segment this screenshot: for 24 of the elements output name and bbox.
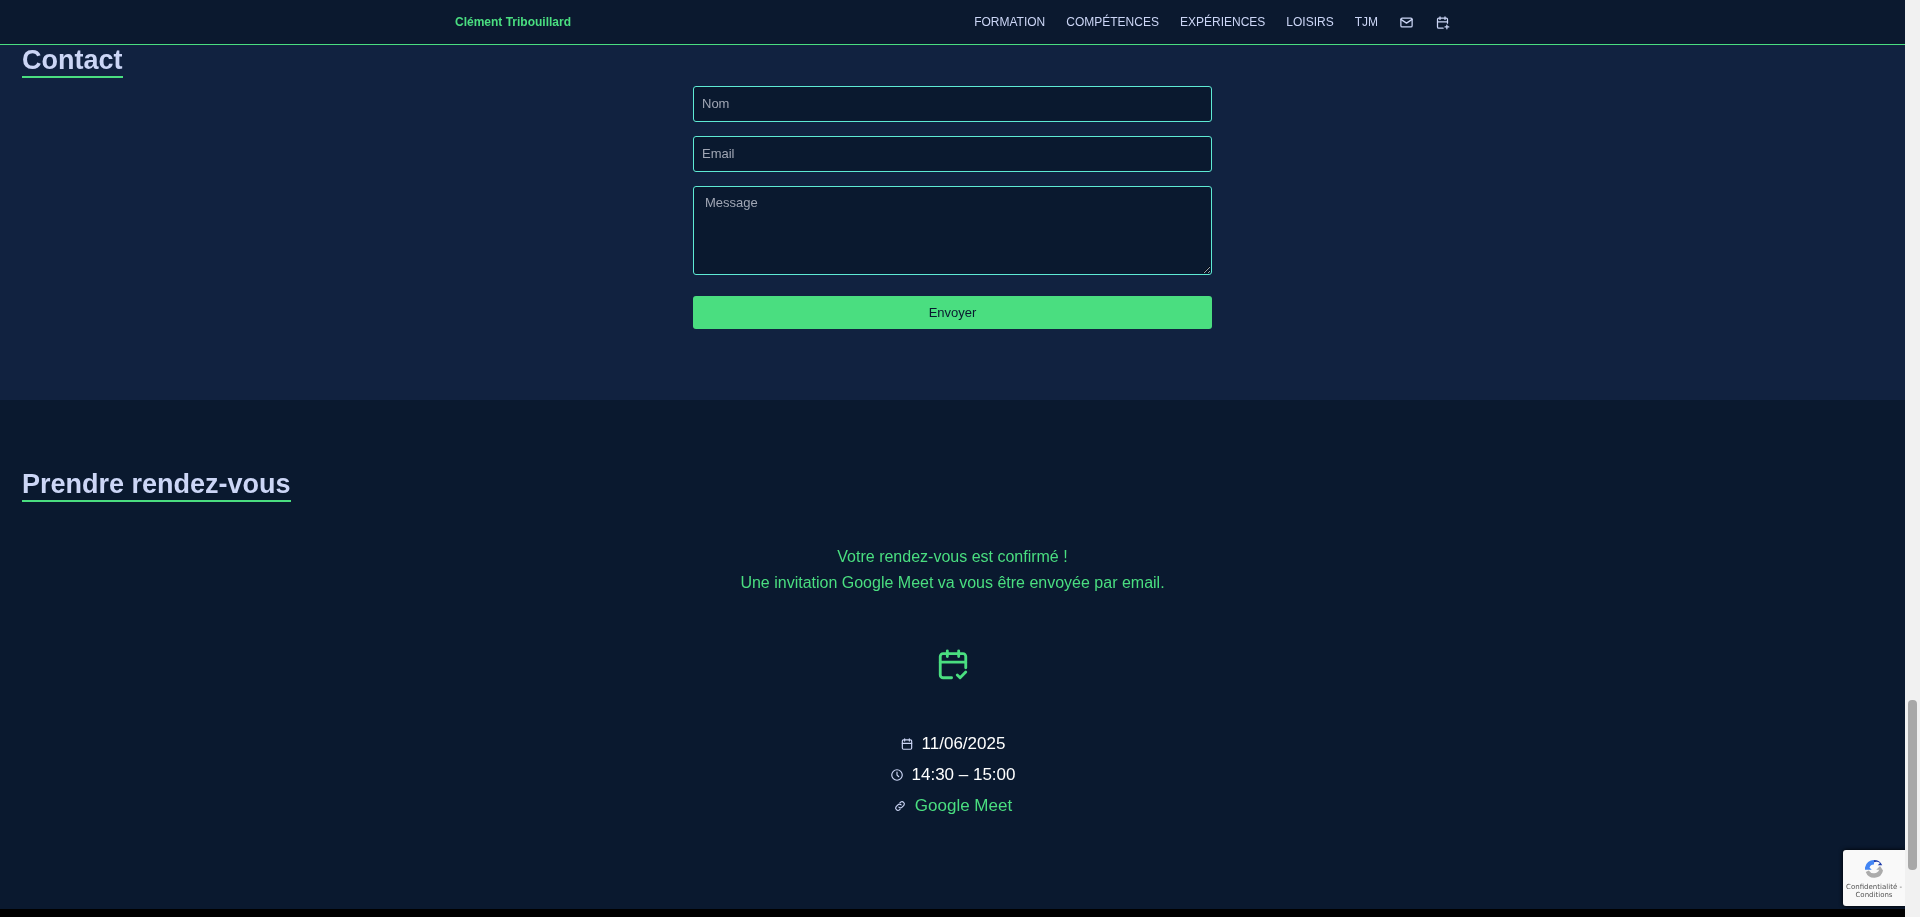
date-text: 11/06/2025 (921, 733, 1006, 754)
recaptcha-logo-icon (1862, 857, 1886, 881)
mail-icon[interactable] (1399, 14, 1414, 30)
scrollbar-thumb[interactable] (1908, 700, 1917, 870)
confirmation-text: Votre rendez-vous est confirmé ! (836, 546, 1069, 567)
nav-link[interactable]: FORMATION (974, 15, 1046, 29)
link-icon (892, 798, 907, 813)
clock-icon (889, 767, 904, 782)
send-button[interactable]: Envoyer (693, 295, 1212, 329)
section-heading: Contact (22, 46, 123, 78)
nav-link[interactable]: TJM (1354, 15, 1378, 29)
message-field[interactable]: Message (693, 185, 1212, 275)
site-name[interactable]: Clément Tribouillard (455, 15, 571, 29)
nav-link[interactable]: LOISIRS (1286, 15, 1334, 29)
nav-link[interactable]: EXPÉRIENCES (1179, 15, 1266, 29)
calendar-plus-icon[interactable] (1435, 14, 1450, 30)
input-field[interactable]: Nom (693, 85, 1212, 122)
nav-link[interactable]: COMPÉTENCES (1066, 15, 1159, 29)
meet-link[interactable]: Google Meet (914, 795, 1013, 816)
input-field[interactable]: Email (693, 135, 1212, 172)
section-heading: Prendre rendez-vous (22, 470, 291, 502)
calendar-icon (899, 736, 914, 751)
time-text: 14:30 – 15:00 (911, 764, 1016, 785)
confirmation-text: Une invitation Google Meet va vous être envoyée par email. (740, 572, 1165, 593)
